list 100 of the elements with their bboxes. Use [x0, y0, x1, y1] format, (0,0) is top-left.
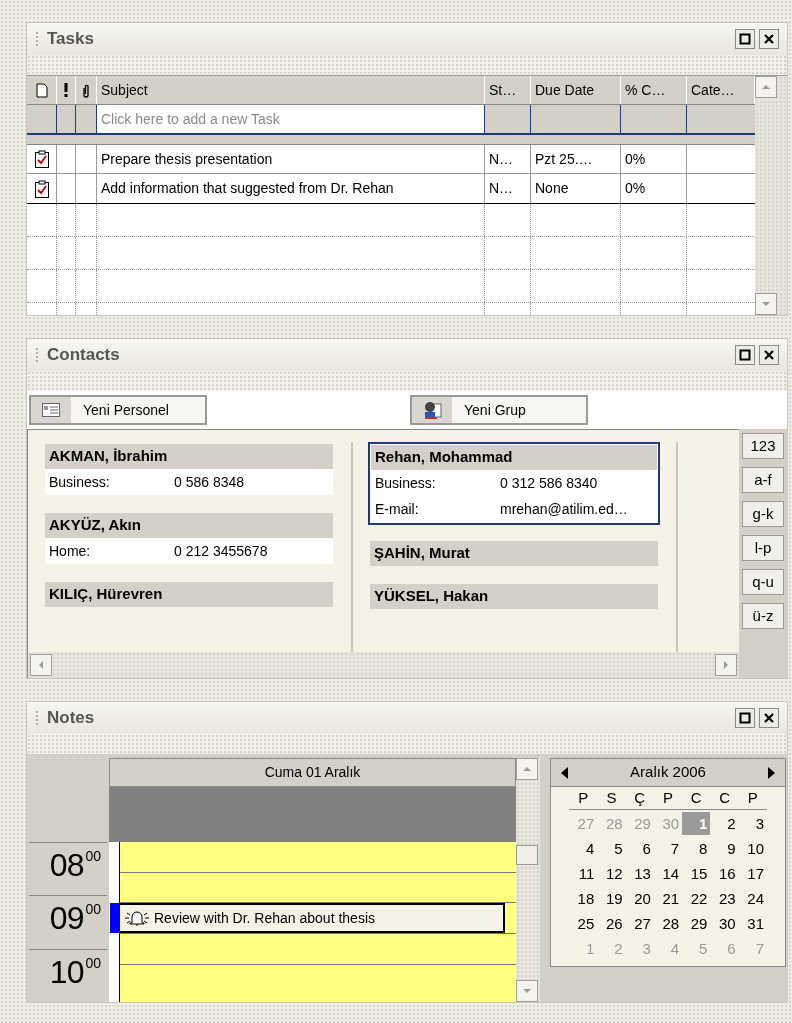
- calendar-day[interactable]: 28: [653, 912, 683, 935]
- index-button[interactable]: a-f: [742, 467, 784, 493]
- contact-name: Rehan, Mohammad: [371, 445, 657, 470]
- calendar-day[interactable]: 14: [653, 862, 683, 885]
- hour-label: 09: [49, 900, 84, 937]
- calendar-day[interactable]: 20: [625, 887, 654, 910]
- calendar-day[interactable]: 16: [710, 862, 739, 885]
- maximize-button[interactable]: [735, 345, 755, 365]
- scroll-up-button[interactable]: [516, 758, 538, 780]
- calendar-day[interactable]: 23: [710, 887, 739, 910]
- maximize-icon: [739, 33, 751, 45]
- close-button[interactable]: [759, 29, 779, 49]
- contact-card-icon: [42, 403, 60, 417]
- minute-label: 00: [85, 953, 101, 972]
- calendar-day[interactable]: 31: [738, 912, 767, 935]
- calendar-day[interactable]: 6: [625, 837, 654, 860]
- toolbar-button[interactable]: Yeni Grup: [410, 395, 588, 425]
- weekday-label: P: [662, 788, 674, 808]
- close-button[interactable]: [759, 708, 779, 728]
- calendar-day[interactable]: 29: [682, 912, 711, 935]
- table-cell: N…: [485, 174, 531, 203]
- calendar-day[interactable]: 7: [653, 837, 683, 860]
- new-task-field[interactable]: Click here to add a new Task: [97, 105, 485, 133]
- maximize-button[interactable]: [735, 708, 755, 728]
- calendar-day[interactable]: 25: [569, 912, 598, 935]
- weekday-label: Ç: [633, 788, 647, 808]
- panel-title: Notes: [47, 707, 95, 730]
- month-title: Aralık 2006: [630, 762, 706, 783]
- vertical-scrollbar[interactable]: [516, 758, 540, 1002]
- grip-icon[interactable]: [35, 711, 39, 725]
- calendar-day[interactable]: 9: [710, 837, 739, 860]
- horizontal-scrollbar[interactable]: [28, 652, 739, 678]
- table-cell: Pzt 25.…: [531, 145, 621, 173]
- day-header[interactable]: Cuma 01 Aralık: [109, 758, 516, 787]
- field-label: E-mail:: [375, 499, 420, 519]
- calendar-day[interactable]: 24: [738, 887, 767, 910]
- weekday-label: P: [577, 788, 590, 808]
- column-header[interactable]: Subject: [97, 76, 485, 104]
- appointment-text: Review with Dr. Rehan about thesis: [154, 908, 375, 928]
- calendar-day[interactable]: 18: [569, 887, 598, 910]
- calendar-day[interactable]: 17: [738, 862, 767, 885]
- close-icon: [763, 712, 775, 724]
- scrollbar[interactable]: [755, 76, 787, 315]
- column-header[interactable]: St…: [485, 76, 531, 104]
- toolbar-button[interactable]: Yeni Personel: [29, 395, 207, 425]
- calendar-day[interactable]: 30: [710, 912, 739, 935]
- scroll-up-button[interactable]: [755, 76, 777, 98]
- index-button[interactable]: ü-z: [742, 603, 784, 629]
- calendar-day[interactable]: 22: [682, 887, 711, 910]
- grip-icon[interactable]: [35, 32, 39, 46]
- contact-card[interactable]: ŞAHİN, Murat: [368, 539, 660, 568]
- importance-icon: [64, 83, 68, 97]
- scroll-down-button[interactable]: [755, 293, 777, 315]
- index-button[interactable]: g-k: [742, 501, 784, 527]
- next-month-icon[interactable]: [767, 766, 775, 779]
- scroll-left-button[interactable]: [30, 654, 52, 676]
- scroll-thumb[interactable]: [516, 845, 538, 865]
- calendar-day[interactable]: 15: [682, 862, 711, 885]
- calendar-day[interactable]: 27: [625, 912, 654, 935]
- calendar-day[interactable]: 2: [710, 812, 739, 835]
- previous-month-icon[interactable]: [561, 766, 569, 779]
- calendar-day[interactable]: 26: [597, 912, 626, 935]
- close-button[interactable]: [759, 345, 779, 365]
- column-header[interactable]: % C…: [621, 76, 687, 104]
- contact-card[interactable]: AKMAN, İbrahim Business: 0 586 8348: [43, 442, 335, 497]
- field-value: mrehan@atilim.ed…: [500, 499, 628, 519]
- maximize-button[interactable]: [735, 29, 755, 49]
- maximize-icon: [739, 349, 751, 361]
- panel-title: Tasks: [47, 28, 94, 51]
- appointment[interactable]: Review with Dr. Rehan about thesis: [110, 903, 505, 933]
- minute-label: 00: [85, 847, 101, 865]
- maximize-icon: [739, 712, 751, 724]
- index-button[interactable]: l-p: [742, 535, 784, 561]
- index-button[interactable]: q-u: [742, 569, 784, 595]
- column-header[interactable]: Due Date: [531, 76, 621, 104]
- scroll-down-button[interactable]: [516, 980, 538, 1002]
- minute-label: 00: [85, 900, 101, 919]
- calendar-day[interactable]: 5: [597, 837, 626, 860]
- grip-icon[interactable]: [35, 348, 39, 362]
- panel-title: Contacts: [47, 344, 120, 367]
- calendar-day[interactable]: 11: [569, 862, 598, 885]
- task-clipboard-icon: [33, 150, 50, 168]
- table-cell: 0%: [621, 145, 687, 173]
- appointment-bar: [110, 903, 120, 933]
- contact-card[interactable]: KILIÇ, Hürevren: [43, 580, 335, 609]
- contact-card[interactable]: YÜKSEL, Hakan: [368, 582, 660, 611]
- contact-card[interactable]: AKYÜZ, Akın Home: 0 212 3455678: [43, 511, 335, 566]
- contact-card[interactable]: Rehan, Mohammad Business: 0 312 586 8340 E-mail: mrehan@atilim.ed…: [368, 442, 660, 525]
- calendar-day[interactable]: 21: [653, 887, 683, 910]
- calendar-day[interactable]: 13: [625, 862, 654, 885]
- index-button[interactable]: 123: [742, 433, 784, 459]
- scroll-right-button[interactable]: [715, 654, 737, 676]
- calendar-day[interactable]: 4: [569, 837, 598, 860]
- document-icon: [35, 82, 48, 98]
- calendar-day[interactable]: 19: [597, 887, 626, 910]
- calendar-day[interactable]: 8: [682, 837, 711, 860]
- calendar-day[interactable]: 10: [738, 837, 767, 860]
- calendar-day[interactable]: 12: [597, 862, 626, 885]
- close-icon: [763, 349, 775, 361]
- calendar-day[interactable]: 3: [738, 812, 767, 835]
